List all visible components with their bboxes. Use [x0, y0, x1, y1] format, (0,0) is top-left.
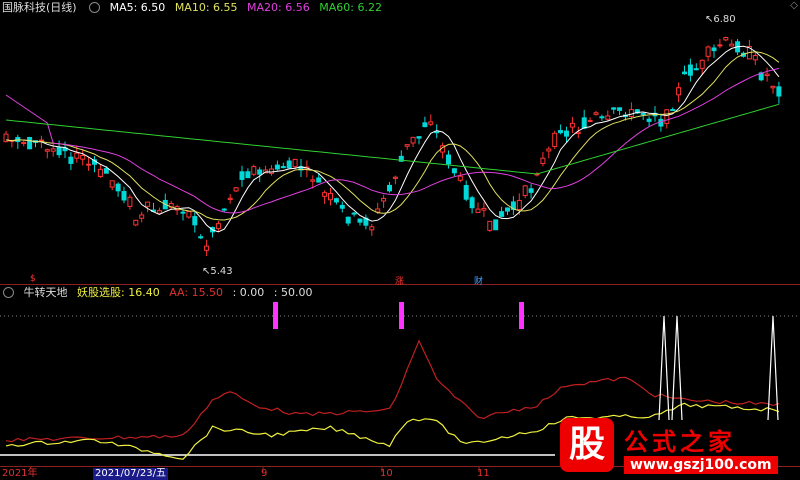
ma60-value: MA60: 6.22: [319, 1, 382, 14]
indicator-v3: : 0.00: [232, 286, 265, 299]
candle: [233, 187, 239, 193]
logo-gu-mark: 股: [560, 418, 614, 472]
ma10-value: MA10: 6.55: [174, 1, 238, 14]
axis-label-10: 10: [380, 468, 393, 479]
axis-label-year: 2021年: [2, 468, 38, 479]
indicator-name[interactable]: 牛转天地: [24, 286, 68, 299]
axis-label-11: 11: [477, 468, 490, 479]
main-chart-header: 国脉科技(日线) MA5: 6.50 MA10: 6.55 MA20: 6.56…: [0, 1, 388, 15]
indicator-v4: : 50.00: [273, 286, 313, 299]
candle: [487, 220, 493, 232]
indicator-settings-icon[interactable]: [3, 286, 14, 298]
stock-title: 国脉科技(日线): [2, 1, 77, 14]
axis-label-9: 9: [261, 468, 268, 479]
logo-title: 公式之家: [624, 428, 736, 456]
indicator-yao-value: 妖股选股: 16.40: [77, 286, 160, 299]
indicator-aa-value: AA: 15.50: [169, 286, 224, 299]
collapse-diamond-icon[interactable]: ◇: [790, 0, 798, 11]
candle: [493, 219, 499, 231]
indicator-header: 牛转天地 妖股选股: 16.40 AA: 15.50 : 0.00 : 50.0…: [0, 286, 318, 300]
high-price-annotation: ↖6.80: [705, 14, 736, 25]
marker-zhang: 涨: [395, 277, 405, 287]
kline-chart[interactable]: [0, 0, 800, 480]
candle: [133, 219, 139, 227]
marker-cai: 财: [474, 277, 484, 287]
settings-circle-icon[interactable]: [89, 1, 101, 13]
logo-url: www.gszj100.com: [624, 456, 778, 474]
candle: [552, 130, 558, 150]
signal-bar: [399, 302, 404, 329]
candle: [27, 136, 33, 150]
marker-1: $: [30, 274, 36, 284]
ma20-value: MA20: 6.56: [247, 1, 310, 14]
signal-bar: [273, 302, 278, 329]
low-price-annotation: ↖5.43: [202, 266, 233, 277]
watermark-logo: 股 公式之家 www.gszj100.com: [560, 418, 796, 478]
ma5-value: MA5: 6.50: [109, 1, 166, 14]
axis-label-cursor-date: 2021/07/23/五: [93, 468, 169, 480]
signal-bar: [519, 302, 524, 329]
candle: [251, 164, 257, 177]
